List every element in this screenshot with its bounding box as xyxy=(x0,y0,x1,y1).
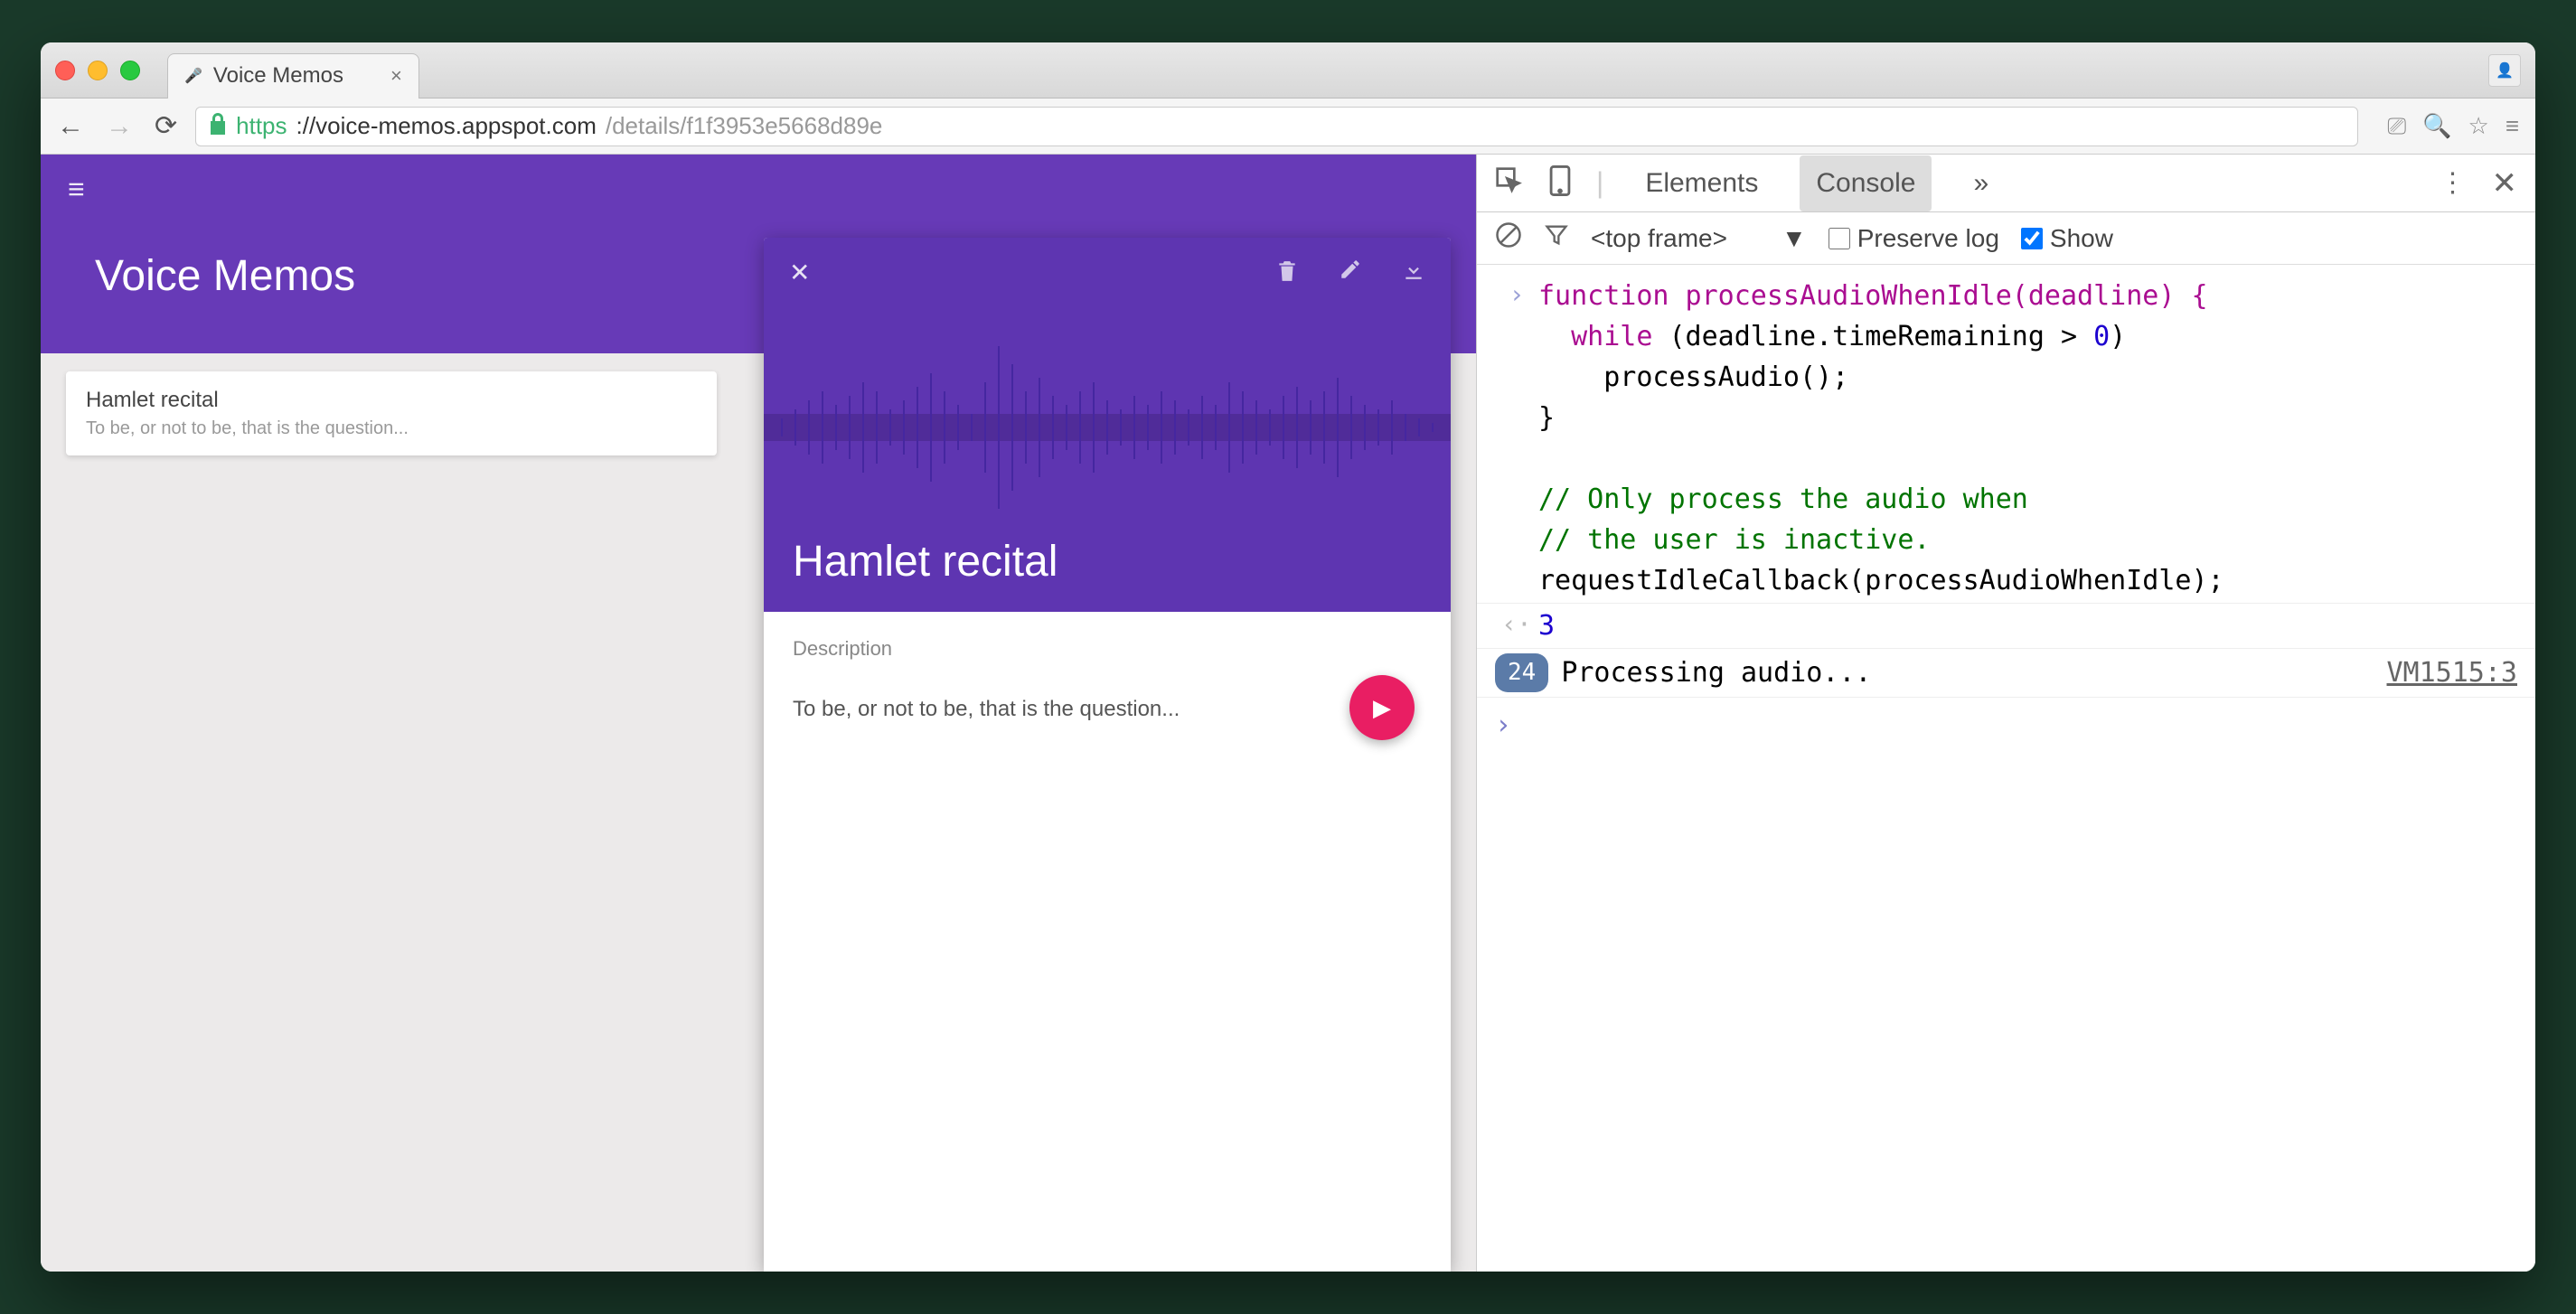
window-controls xyxy=(55,61,140,80)
url-path: /details/f1f3953e5668d89e xyxy=(606,112,883,140)
detail-body: Description To be, or not to be, that is… xyxy=(764,612,1451,747)
clear-console-icon[interactable] xyxy=(1495,221,1522,255)
devtools-panel: | Elements Console » ⋮ ✕ <top frame> ▼ xyxy=(1476,155,2535,1272)
input-caret-icon: › xyxy=(1495,276,1538,601)
download-icon[interactable] xyxy=(1402,258,1425,291)
star-icon[interactable]: ☆ xyxy=(2468,112,2489,141)
browser-window: 🎤 Voice Memos × 👤 ← → ⟳ https ://voice-me… xyxy=(41,42,2535,1272)
return-value: 3 xyxy=(1538,605,1555,646)
nav-controls: ← → ⟳ xyxy=(57,110,177,142)
device-icon[interactable] xyxy=(1549,165,1571,201)
reload-button[interactable]: ⟳ xyxy=(155,110,177,142)
minimize-window-button[interactable] xyxy=(88,61,108,80)
log-count-badge: 24 xyxy=(1495,653,1548,692)
close-devtools-icon[interactable]: ✕ xyxy=(2492,165,2518,202)
browser-toolbar: ← → ⟳ https ://voice-memos.appspot.com/de… xyxy=(41,99,2535,155)
preserve-log-checkbox[interactable]: Preserve log xyxy=(1829,224,1999,253)
close-tab-icon[interactable]: × xyxy=(390,64,402,88)
filter-icon[interactable] xyxy=(1544,222,1569,254)
log-source-link[interactable]: VM1515:3 xyxy=(2387,652,2518,693)
devtools-tabs: | Elements Console » ⋮ ✕ xyxy=(1477,155,2535,212)
address-bar[interactable]: https ://voice-memos.appspot.com/details/… xyxy=(195,107,2358,146)
show-checkbox[interactable]: Show xyxy=(2021,224,2113,253)
titlebar: 🎤 Voice Memos × 👤 xyxy=(41,42,2535,99)
code-block: function processAudioWhenIdle(deadline) … xyxy=(1538,276,2224,601)
console-return-row: ‹· 3 xyxy=(1477,603,2535,648)
tab-more[interactable]: » xyxy=(1957,155,2005,211)
memo-list-item[interactable]: Hamlet recital To be, or not to be, that… xyxy=(66,371,717,455)
hamburger-icon[interactable]: ≡ xyxy=(68,173,1449,206)
tab-elements[interactable]: Elements xyxy=(1629,155,1774,211)
browser-tab[interactable]: 🎤 Voice Memos × xyxy=(167,53,419,99)
content-area: ≡ Voice Memos Hamlet recital To be, or n… xyxy=(41,155,2535,1272)
user-icon: 👤 xyxy=(2496,61,2514,80)
console-toolbar: <top frame> ▼ Preserve log Show xyxy=(1477,212,2535,265)
description-label: Description xyxy=(793,637,1422,661)
play-fab[interactable]: ▶ xyxy=(1349,675,1415,740)
forward-button[interactable]: → xyxy=(106,111,133,142)
console-output[interactable]: › function processAudioWhenIdle(deadline… xyxy=(1477,265,2535,1272)
divider: | xyxy=(1596,166,1603,200)
console-input-block: › function processAudioWhenIdle(deadline… xyxy=(1477,274,2535,603)
console-prompt[interactable]: › xyxy=(1477,697,2535,753)
detail-actions: ✕ xyxy=(764,238,1451,311)
delete-icon[interactable] xyxy=(1275,258,1299,291)
log-message: Processing audio... xyxy=(1561,652,1871,693)
show-input[interactable] xyxy=(2021,228,2043,249)
chevron-down-icon: ▼ xyxy=(1782,224,1807,253)
profile-button[interactable]: 👤 xyxy=(2488,54,2521,87)
url-host: ://voice-memos.appspot.com xyxy=(296,112,597,140)
voice-memos-app: ≡ Voice Memos Hamlet recital To be, or n… xyxy=(41,155,1476,1272)
description-text: To be, or not to be, that is the questio… xyxy=(793,697,1422,722)
close-window-button[interactable] xyxy=(55,61,75,80)
memo-item-title: Hamlet recital xyxy=(86,388,697,413)
kebab-icon[interactable]: ⋮ xyxy=(2440,167,2467,199)
play-icon: ▶ xyxy=(1373,694,1391,722)
preserve-log-input[interactable] xyxy=(1829,228,1850,249)
memo-detail-card: ✕ xyxy=(764,238,1451,1272)
zoom-icon[interactable]: 🔍 xyxy=(2422,112,2451,141)
edit-icon[interactable] xyxy=(1339,258,1362,291)
toolbar-actions: ⎚ 🔍 ☆ ≡ xyxy=(2387,112,2519,141)
output-caret-icon: ‹· xyxy=(1495,605,1538,646)
microphone-icon: 🎤 xyxy=(184,67,202,85)
close-icon[interactable]: ✕ xyxy=(789,258,810,291)
waveform-visualization xyxy=(764,328,1451,527)
detail-header: ✕ xyxy=(764,238,1451,612)
memo-item-subtitle: To be, or not to be, that is the questio… xyxy=(86,418,697,439)
frame-selector[interactable]: <top frame> ▼ xyxy=(1591,224,1807,253)
inspect-icon[interactable] xyxy=(1495,166,1524,200)
zoom-window-button[interactable] xyxy=(120,61,140,80)
url-scheme: https xyxy=(236,112,287,140)
menu-icon[interactable]: ≡ xyxy=(2505,112,2519,141)
detail-title: Hamlet recital xyxy=(793,537,1058,587)
camera-icon[interactable]: ⎚ xyxy=(2387,112,2406,141)
tab-title: Voice Memos xyxy=(213,63,343,89)
back-button[interactable]: ← xyxy=(57,111,84,142)
console-log-row: 24 Processing audio... VM1515:3 xyxy=(1477,648,2535,697)
tab-console[interactable]: Console xyxy=(1800,155,1932,211)
lock-icon xyxy=(209,113,227,140)
